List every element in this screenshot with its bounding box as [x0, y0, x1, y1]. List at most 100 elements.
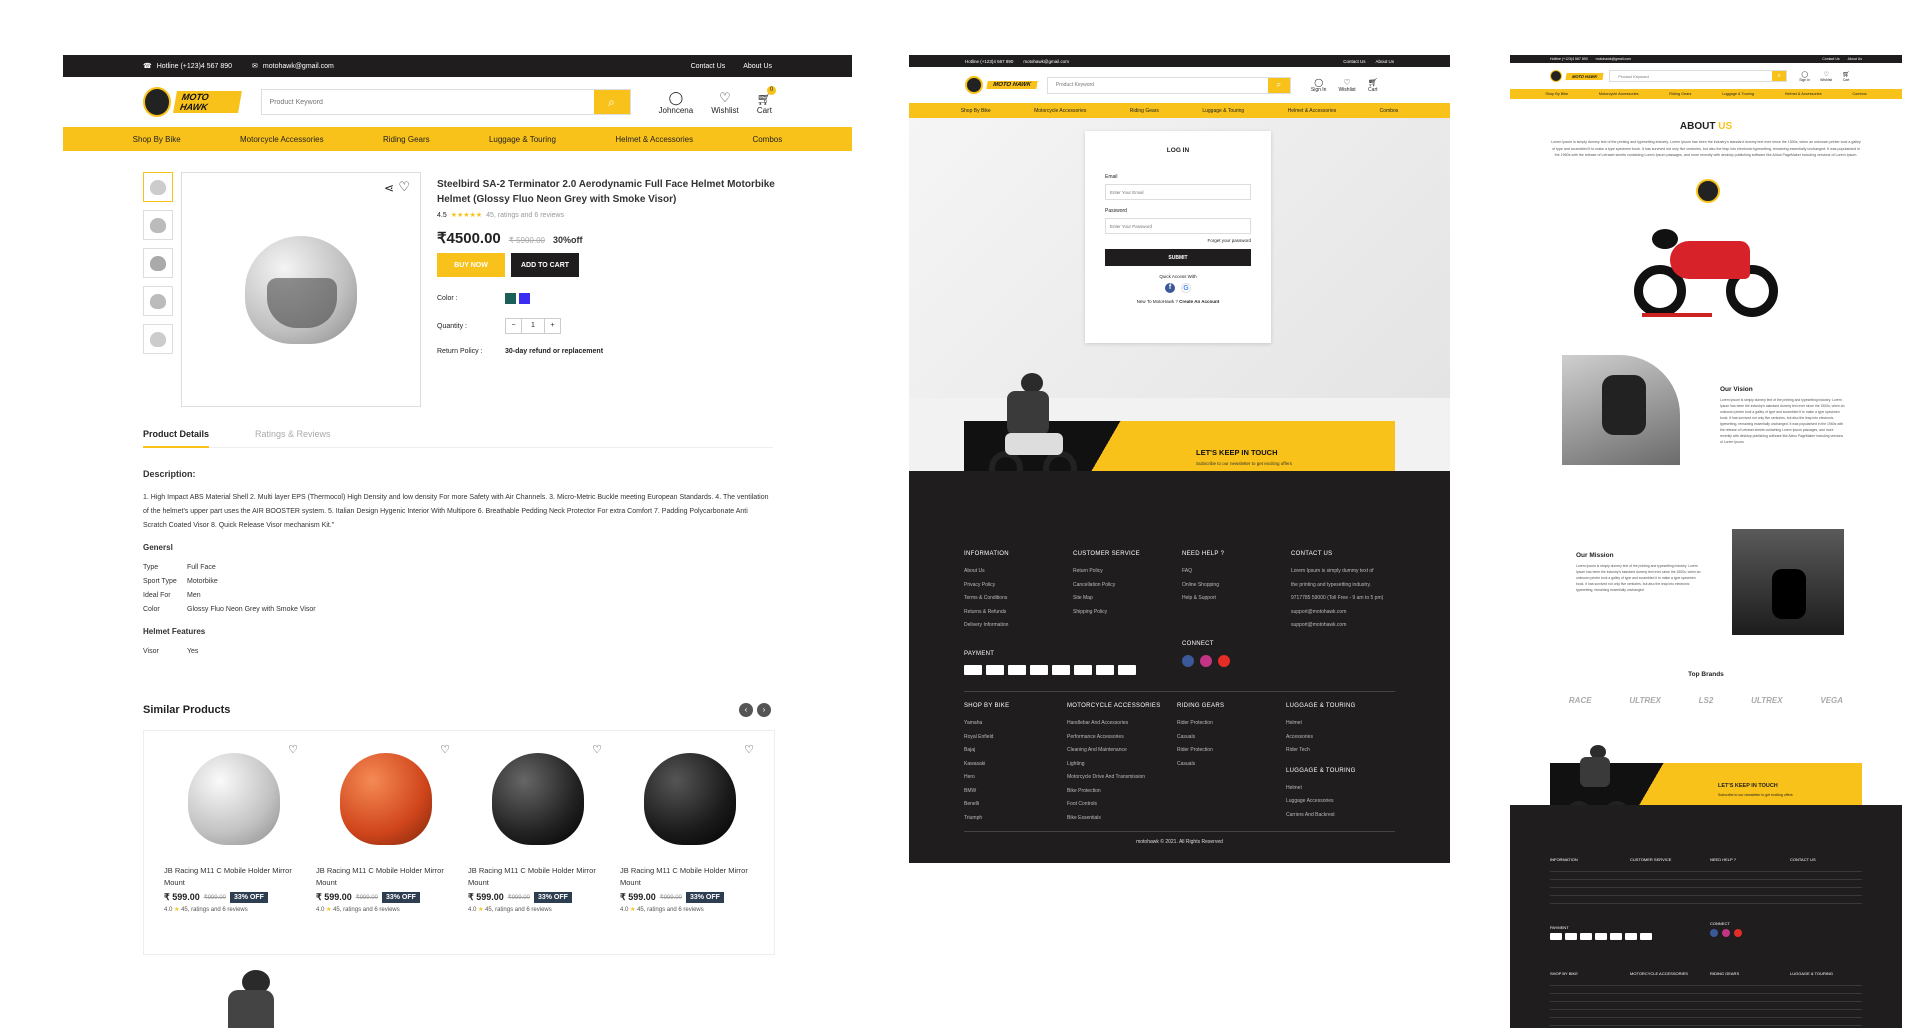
logo[interactable]: MOTO HAWK — [1550, 70, 1604, 82]
footer-link[interactable]: Helmet — [1286, 717, 1396, 731]
footer-link[interactable]: Hero — [964, 771, 1067, 785]
nav-item[interactable]: Shop By Bike — [1545, 92, 1568, 96]
brand-logo[interactable]: ULTREX — [1629, 696, 1660, 705]
minus-button[interactable]: − — [506, 319, 522, 333]
plus-button[interactable]: + — [544, 319, 560, 333]
footer-link[interactable]: Rider Tech — [1286, 744, 1396, 758]
contact-link[interactable]: Contact Us — [691, 63, 726, 70]
sign-in-button[interactable]: ◯ Sign In — [1799, 71, 1810, 82]
search-input[interactable] — [1047, 77, 1268, 93]
nav-item[interactable]: Shop By Bike — [961, 108, 991, 114]
thumbnail[interactable] — [143, 210, 173, 240]
quantity-value[interactable]: 1 — [522, 319, 544, 333]
cart-button[interactable]: 🛒︎ Cart — [1368, 78, 1378, 93]
logo[interactable]: MOTO HAWK — [143, 87, 243, 117]
product-name[interactable]: JB Racing M11 C Mobile Holder Mirror Mou… — [620, 865, 760, 889]
footer-link[interactable]: Return Policy — [1073, 565, 1182, 579]
nav-item[interactable]: Luggage & Touring — [489, 135, 556, 144]
footer-link[interactable]: support@motohawk.com — [1291, 619, 1401, 633]
nav-item[interactable]: Shop By Bike — [133, 135, 181, 144]
youtube-icon[interactable] — [1734, 929, 1742, 937]
account-button[interactable]: ◯ Johncena — [659, 90, 694, 115]
footer-link[interactable]: Benelli — [964, 798, 1067, 812]
heart-icon[interactable]: ♡ — [288, 743, 298, 756]
nav-item[interactable]: Luggage & Touring — [1722, 92, 1754, 96]
cart-button[interactable]: 🛒︎ Cart — [1842, 71, 1850, 82]
thumbnail[interactable] — [143, 286, 173, 316]
footer-link[interactable]: BMW — [964, 785, 1067, 799]
youtube-icon[interactable] — [1218, 655, 1230, 667]
product-card[interactable]: ♡ JB Racing M11 C Mobile Holder Mirror Mo… — [164, 743, 304, 913]
brand-logo[interactable]: LS2 — [1699, 696, 1714, 705]
footer-link[interactable]: Foot Controls — [1067, 798, 1177, 812]
footer-link[interactable]: 9717785 59000 (Toll Free - 9 am to 5 pm) — [1291, 592, 1401, 606]
product-name[interactable]: JB Racing M11 C Mobile Holder Mirror Mou… — [164, 865, 304, 889]
create-account-link[interactable]: Create An Account — [1179, 299, 1219, 304]
product-card[interactable]: ♡ JB Racing M11 C Mobile Holder Mirror Mo… — [468, 743, 608, 913]
color-swatch-teal[interactable] — [505, 293, 516, 304]
footer-link[interactable]: Accessories — [1286, 731, 1396, 745]
heart-icon[interactable]: ♡ — [744, 743, 754, 756]
product-name[interactable]: JB Racing M11 C Mobile Holder Mirror Mou… — [316, 865, 456, 889]
footer-link[interactable]: Cancellation Policy — [1073, 579, 1182, 593]
nav-item[interactable]: Helmet & Accessories — [1288, 108, 1337, 114]
footer-link[interactable]: Bike Protection — [1067, 785, 1177, 799]
share-icon[interactable]: ⋖ — [384, 181, 394, 195]
thumbnail[interactable] — [143, 324, 173, 354]
brand-logo[interactable]: ULTREX — [1751, 696, 1782, 705]
footer-link[interactable]: support@motohawk.com — [1291, 606, 1401, 620]
nav-item[interactable]: Motorcycle Accessories — [1599, 92, 1639, 96]
nav-item[interactable]: Combos — [752, 135, 782, 144]
instagram-icon[interactable] — [1200, 655, 1212, 667]
contact-link[interactable]: Contact Us — [1822, 57, 1839, 61]
buy-now-button[interactable]: BUY NOW — [437, 253, 505, 277]
about-link[interactable]: About Us — [1375, 59, 1394, 64]
wishlist-button[interactable]: ♡ Wishlist — [1338, 78, 1355, 93]
cart-button[interactable]: 🛒︎ 0 Cart — [757, 85, 776, 115]
footer-link[interactable]: Delivery Information — [964, 619, 1073, 633]
footer-link[interactable]: Privacy Policy — [964, 579, 1073, 593]
password-field[interactable] — [1105, 218, 1251, 234]
forgot-password-link[interactable]: Forget your password — [1105, 238, 1251, 243]
about-link[interactable]: About Us — [1848, 57, 1862, 61]
footer-link[interactable]: Triumph — [964, 812, 1067, 826]
footer-link[interactable]: Kawasaki — [964, 758, 1067, 772]
footer-link[interactable]: Bike Essentials — [1067, 812, 1177, 826]
prev-arrow-icon[interactable]: ‹ — [739, 703, 753, 717]
thumbnail[interactable] — [143, 172, 173, 202]
footer-link[interactable]: Yamaha — [964, 717, 1067, 731]
facebook-icon[interactable] — [1710, 929, 1718, 937]
next-arrow-icon[interactable]: › — [757, 703, 771, 717]
footer-link[interactable]: Cleaning And Maintenance — [1067, 744, 1177, 758]
email-field[interactable] — [1105, 184, 1251, 200]
product-card[interactable]: ♡ JB Racing M11 C Mobile Holder Mirror Mo… — [620, 743, 760, 913]
product-card[interactable]: ♡ JB Racing M11 C Mobile Holder Mirror Mo… — [316, 743, 456, 913]
footer-link[interactable]: Handlebar And Accessories — [1067, 717, 1177, 731]
color-swatch-blue[interactable] — [519, 293, 530, 304]
footer-link[interactable]: Lighting — [1067, 758, 1177, 772]
wishlist-button[interactable]: ♡ Wishlist — [711, 90, 739, 115]
footer-link[interactable]: Lorem Ipsum is simply dummy text of — [1291, 565, 1401, 579]
submit-button[interactable]: SUBMIT — [1105, 249, 1251, 266]
nav-item[interactable]: Combos — [1380, 108, 1399, 114]
about-link[interactable]: About Us — [743, 63, 772, 70]
heart-icon[interactable]: ♡ — [398, 179, 410, 195]
footer-link[interactable]: Help & Support — [1182, 592, 1291, 606]
footer-link[interactable]: Casuals — [1177, 731, 1286, 745]
footer-link[interactable]: Performance Accessories — [1067, 731, 1177, 745]
footer-link[interactable]: Shipping Policy — [1073, 606, 1182, 620]
footer-link[interactable]: Rider Protection — [1177, 744, 1286, 758]
contact-link[interactable]: Contact Us — [1343, 59, 1365, 64]
footer-link[interactable]: About Us — [964, 565, 1073, 579]
footer-link[interactable]: Returns & Refunds — [964, 606, 1073, 620]
thumbnail[interactable] — [143, 248, 173, 278]
nav-item[interactable]: Helmet & Accessories — [615, 135, 693, 144]
add-to-cart-button[interactable]: ADD TO CART — [511, 253, 579, 277]
footer-link[interactable]: Casuals — [1177, 758, 1286, 772]
footer-link[interactable]: Motorcycle Drive And Transmission — [1067, 771, 1177, 785]
nav-item[interactable]: Riding Gears — [383, 135, 430, 144]
search-input[interactable] — [261, 90, 594, 114]
search-input[interactable] — [1610, 71, 1773, 81]
search-button[interactable]: ⌕ — [593, 90, 630, 114]
product-name[interactable]: JB Racing M11 C Mobile Holder Mirror Mou… — [468, 865, 608, 889]
